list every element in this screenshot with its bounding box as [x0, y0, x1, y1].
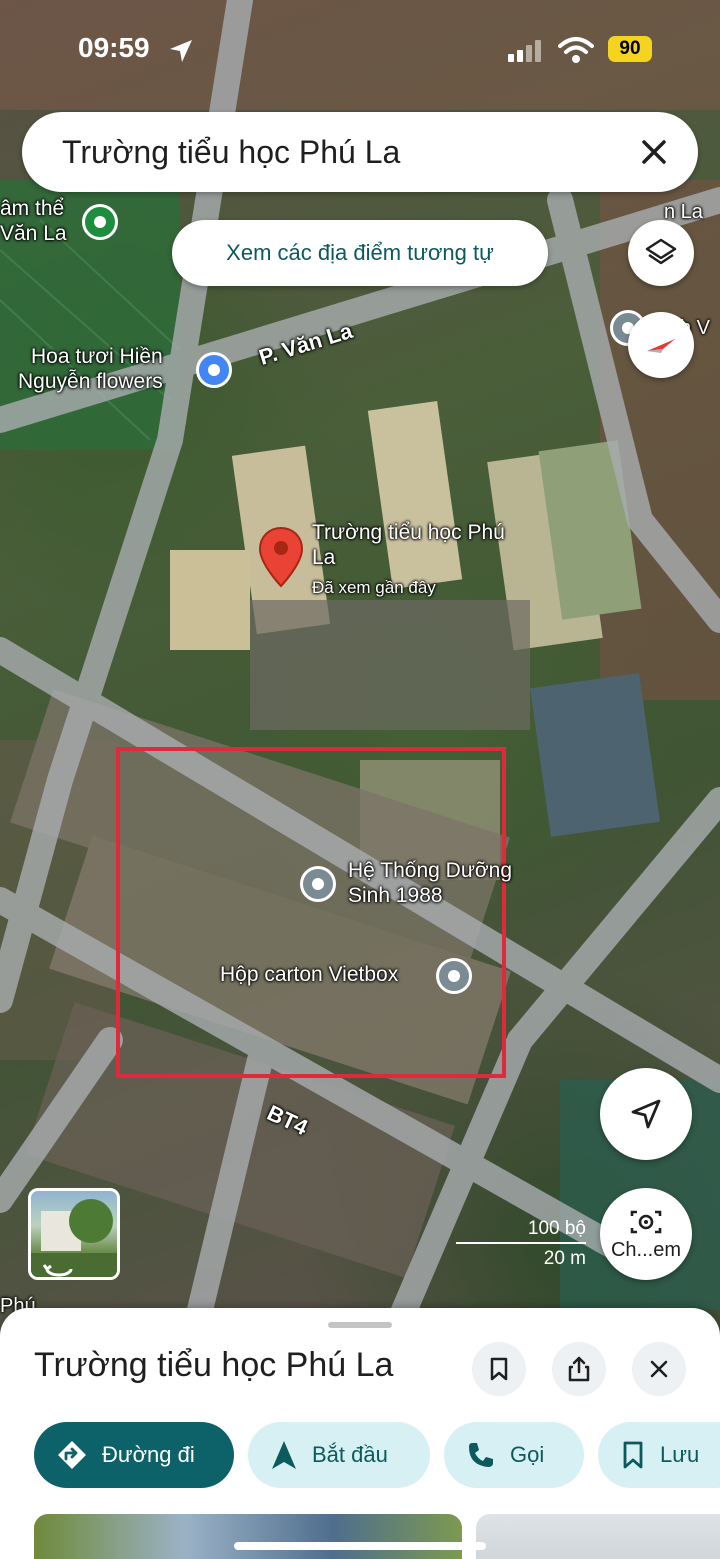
place-title: Trường tiểu học Phú La — [34, 1346, 394, 1384]
flower-shop-label[interactable]: Hoa tươi Hiền Nguyễn flowers — [18, 344, 163, 394]
school-sublabel: Đã xem gần đây — [312, 578, 436, 597]
share-icon — [568, 1356, 590, 1382]
map-scale: 100 bộ 20 m — [456, 1218, 586, 1276]
place-photo[interactable] — [34, 1514, 462, 1559]
status-bar: 09:59 90 — [0, 0, 720, 100]
bookmark-icon — [623, 1441, 643, 1469]
save-place-button[interactable] — [472, 1342, 526, 1396]
place-photo[interactable] — [476, 1514, 720, 1559]
home-indicator[interactable] — [234, 1542, 486, 1550]
start-label: Bắt đầu — [312, 1442, 388, 1467]
signal-icon — [508, 40, 541, 62]
search-bar[interactable]: Trường tiểu học Phú La — [22, 112, 698, 192]
place-bottom-sheet[interactable]: Trường tiểu học Phú La Đường đi Bắt đầu … — [0, 1308, 720, 1559]
school-label[interactable]: Trường tiểu học Phú La — [312, 520, 505, 570]
close-sheet-button[interactable] — [632, 1342, 686, 1396]
start-button[interactable]: Bắt đầu — [248, 1422, 430, 1488]
save-label: Lưu — [660, 1442, 700, 1467]
location-arrow-icon — [170, 40, 192, 62]
camera-icon — [630, 1210, 662, 1233]
place-pin-duong-sinh[interactable] — [300, 866, 336, 902]
street-view-thumbnail[interactable] — [28, 1188, 120, 1280]
search-query[interactable]: Trường tiểu học Phú La — [62, 134, 400, 171]
my-location-button[interactable] — [600, 1068, 692, 1160]
share-button[interactable] — [552, 1342, 606, 1396]
place-photos[interactable] — [0, 1514, 720, 1559]
lens-button-label: Ch...em — [610, 1238, 682, 1261]
duong-sinh-label[interactable]: Hệ Thống Dưỡng Sinh 1988 — [348, 858, 512, 908]
layers-icon — [645, 238, 677, 265]
scale-feet: 100 bộ — [527, 1218, 586, 1239]
close-icon[interactable] — [634, 132, 674, 172]
selected-place-pin[interactable] — [258, 526, 304, 588]
place-pin-green[interactable] — [82, 204, 118, 240]
vietbox-label[interactable]: Hộp carton Vietbox — [220, 962, 398, 987]
phone-icon — [469, 1443, 493, 1467]
call-label: Gọi — [510, 1442, 545, 1467]
compass-icon — [647, 339, 675, 353]
navigation-start-icon — [272, 1441, 296, 1469]
battery-indicator: 90 — [608, 36, 652, 62]
close-icon — [650, 1360, 668, 1378]
lens-button[interactable]: Ch...em — [600, 1188, 692, 1280]
place-pin-vietbox[interactable] — [436, 958, 472, 994]
similar-places-button[interactable]: Xem các địa điểm tương tự — [172, 220, 548, 286]
navigation-arrow-icon — [631, 1099, 661, 1129]
save-button[interactable]: Lưu — [598, 1422, 720, 1488]
status-time: 09:59 — [78, 32, 150, 63]
compass-button[interactable] — [628, 312, 694, 378]
call-button[interactable]: Gọi — [444, 1422, 584, 1488]
directions-label: Đường đi — [102, 1442, 195, 1467]
layers-button[interactable] — [628, 220, 694, 286]
place-label-partial[interactable]: âm thể Văn La — [0, 196, 67, 246]
scale-meters: 20 m — [543, 1248, 586, 1269]
shop-pin[interactable] — [196, 352, 232, 388]
wifi-icon — [558, 37, 594, 63]
directions-icon — [58, 1441, 86, 1469]
sheet-drag-handle[interactable] — [328, 1322, 392, 1328]
bookmark-icon — [490, 1357, 508, 1381]
action-chips: Đường đi Bắt đầu Gọi Lưu — [0, 1422, 720, 1490]
directions-button[interactable]: Đường đi — [34, 1422, 234, 1488]
scale-bar — [456, 1242, 586, 1244]
